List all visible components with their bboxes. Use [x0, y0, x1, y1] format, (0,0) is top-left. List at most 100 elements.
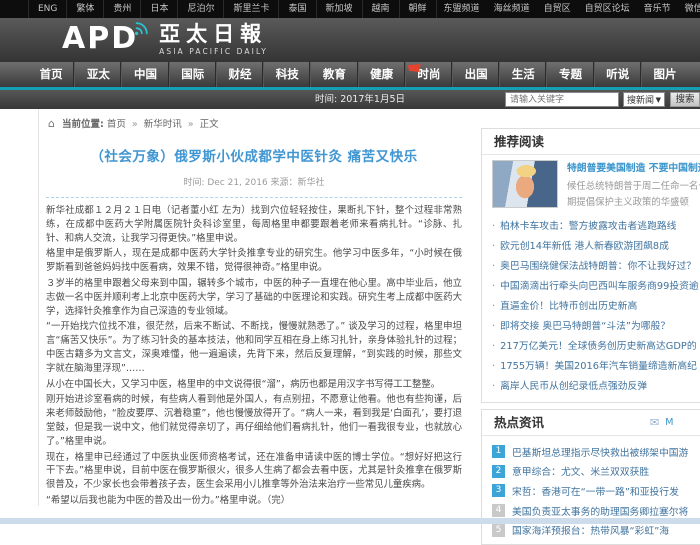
logo-acronym: APD	[62, 21, 138, 57]
nav-item-life[interactable]: 生活	[499, 62, 546, 87]
bullet-icon: ·	[492, 301, 495, 312]
article-paragraph: 刚开始进诊室看病的时候，有些病人看到他是外国人，有点别扭，不愿意让他看。他也有些…	[46, 393, 462, 448]
logo-english-name: ASIA PACIFIC DAILY	[159, 47, 268, 56]
bullet-icon: ·	[492, 221, 495, 232]
featured-thumbnail[interactable]	[492, 160, 558, 208]
breadcrumb-separator: »	[132, 119, 138, 130]
rank-badge: 3	[492, 484, 505, 497]
list-item-label: 即将交接 奥巴马特朗普“斗法”为哪般？	[500, 321, 670, 332]
nav-item-china[interactable]: 中国	[121, 62, 168, 87]
hot-news-more-label: M	[665, 410, 673, 435]
list-item[interactable]: ·欧元创14年新低 港人新春欧游团飙8成	[492, 237, 700, 257]
nav-item-fashion-label: 时尚	[417, 67, 440, 81]
topbar-link-ftz[interactable]: 自贸区	[537, 0, 578, 18]
bullet-icon: ·	[492, 281, 495, 292]
list-item[interactable]: 3宋哲：香港可在“一带一路”和亚投行发	[492, 481, 700, 501]
topbar-link-music-festival[interactable]: 音乐节	[637, 0, 678, 18]
topbar-link-wechat[interactable]: 微信	[678, 0, 700, 18]
list-item-label: 217万亿美元！全球债务创历史新高达GDP的	[500, 341, 697, 352]
region-links: ENG 繁体 贵州 日本 尼泊尔 斯里兰卡 泰国 新加坡 越南 朝鲜	[28, 0, 437, 18]
topbar-link-ftz-forum[interactable]: 自贸区论坛	[578, 0, 637, 18]
list-item[interactable]: ·奥巴马围绕健保法战特朗普：你不让我好过？	[492, 257, 700, 277]
bullet-icon: ·	[492, 361, 495, 372]
list-item-label: 柏林卡车攻击：警方披露攻击者逃跑路线	[500, 221, 676, 232]
search-input[interactable]	[505, 92, 619, 107]
nav-item-education[interactable]: 教育	[310, 62, 357, 87]
topbar-link-japan[interactable]: 日本	[140, 0, 177, 18]
list-item-label: 奥巴马围绕健保法战特朗普：你不让我好过？	[500, 261, 696, 272]
list-item-label: 1755万辆！美国2016年汽车销量缔造新高纪	[500, 361, 697, 372]
rank-badge: 5	[492, 524, 505, 537]
breadcrumb-section-link[interactable]: 新华时讯	[144, 119, 182, 130]
nav-item-asia-pacific[interactable]: 亚太	[74, 62, 121, 87]
breadcrumb-home-link[interactable]: 首页	[107, 119, 126, 130]
search-category-value: 搜新闻	[627, 93, 654, 106]
topbar-link-thailand[interactable]: 泰国	[278, 0, 315, 18]
featured-summary: 候任总统特朗普于周二任命一名长期提倡保护主义政策的华盛顿	[567, 179, 700, 210]
nav-item-international[interactable]: 国际	[169, 62, 216, 87]
nav-item-special[interactable]: 专题	[546, 62, 593, 87]
list-item[interactable]: · 即将交接 奥巴马特朗普“斗法”为哪般？	[492, 317, 700, 337]
list-item[interactable]: ·中国滴滴出行牵头向巴西叫车服务商99投资逾	[492, 277, 700, 297]
home-icon: ⌂	[48, 117, 55, 130]
topbar-link-eng[interactable]: ENG	[28, 0, 66, 18]
list-item[interactable]: · 离岸人民币从创纪录低点强劲反弹	[492, 377, 700, 397]
hot-badge-icon	[408, 64, 421, 72]
list-item[interactable]: · 柏林卡车攻击：警方披露攻击者逃跑路线	[492, 217, 700, 237]
nav-item-health[interactable]: 健康	[358, 62, 405, 87]
topbar-link-srilanka[interactable]: 斯里兰卡	[223, 0, 278, 18]
list-item-label: 巴基斯坦总理指示尽快救出被绑架中国游	[512, 445, 688, 459]
nav-item-tech[interactable]: 科技	[263, 62, 310, 87]
topbar-link-maritime-channel[interactable]: 海丝频道	[487, 0, 537, 18]
rank-badge: 4	[492, 504, 505, 517]
article: （社会万象）俄罗斯小伙成都学中医针灸 痛苦又快乐 时间: Dec 21, 201…	[46, 135, 462, 510]
topbar-link-nepal[interactable]: 尼泊尔	[177, 0, 223, 18]
rank-badge: 2	[492, 465, 505, 478]
list-item[interactable]: 2 意甲综合：尤文、米兰双双获胜	[492, 462, 700, 482]
topbar-link-traditional[interactable]: 繁体	[66, 0, 103, 18]
logo-text: 亞太日報 ASIA PACIFIC DAILY	[159, 21, 268, 56]
list-item-label: 离岸人民币从创纪录低点强劲反弹	[500, 381, 647, 392]
topbar-link-guizhou[interactable]: 贵州	[103, 0, 140, 18]
site-logo[interactable]: APD 亞太日報 ASIA PACIFIC DAILY	[62, 21, 268, 57]
channel-links: 东盟频道 海丝频道 自贸区 自贸区论坛 音乐节 微信 APP	[437, 0, 700, 18]
nav-item-home[interactable]: 首页	[28, 62, 74, 87]
mail-icon: ✉	[650, 410, 659, 435]
list-item[interactable]: 1巴基斯坦总理指示尽快救出被绑架中国游	[492, 442, 700, 462]
list-item[interactable]: · 直逼金价！比特币创出历史新高	[492, 297, 700, 317]
hot-news-more[interactable]: ✉ M	[650, 410, 673, 435]
left-border-line	[38, 109, 39, 506]
topbar-link-korea[interactable]: 朝鲜	[399, 0, 437, 18]
list-item-label: 意甲综合：尤文、米兰双双获胜	[512, 464, 649, 478]
featured-headline[interactable]: 特朗普要美国制造 不要中国制造	[567, 162, 700, 176]
current-date: 时间: 2017年1月5日	[315, 90, 405, 109]
featured-story[interactable]: 特朗普要美国制造 不要中国制造 候任总统特朗普于周二任命一名长期提倡保护主义政策…	[482, 155, 700, 214]
sub-header-bar: 时间: 2017年1月5日 搜新闻 ▼ 搜索	[0, 90, 700, 109]
topbar-link-vietnam[interactable]: 越南	[362, 0, 399, 18]
list-item-label: 直逼金价！比特币创出历史新高	[500, 301, 637, 312]
topbar-link-singapore[interactable]: 新加坡	[316, 0, 362, 18]
bullet-icon: ·	[492, 241, 495, 252]
bottom-strip	[0, 518, 700, 524]
list-item[interactable]: ·217万亿美元！全球债务创历史新高达GDP的	[492, 337, 700, 357]
list-item[interactable]: · 1755万辆！美国2016年汽车销量缔造新高纪	[492, 357, 700, 377]
bullet-icon: ·	[492, 381, 495, 392]
chevron-down-icon: ▼	[656, 96, 661, 104]
article-paragraph: 现在，格里申已经通过了中医执业医师资格考试，还在准备申请读中医的博士学位。“想好…	[46, 451, 462, 492]
top-utility-bar: ENG 繁体 贵州 日本 尼泊尔 斯里兰卡 泰国 新加坡 越南 朝鲜 东盟频道 …	[0, 0, 700, 18]
search-category-select[interactable]: 搜新闻 ▼	[623, 92, 665, 107]
search-button[interactable]: 搜索	[670, 92, 700, 107]
nav-item-finance[interactable]: 财经	[216, 62, 263, 87]
article-meta: 时间: Dec 21, 2016 来源：新华社	[46, 175, 462, 198]
nav-item-pictures[interactable]: 图片	[641, 62, 688, 87]
nav-item-abroad[interactable]: 出国	[452, 62, 499, 87]
hot-news-list: 1巴基斯坦总理指示尽快救出被绑架中国游 2 意甲综合：尤文、米兰双双获胜 3宋哲：…	[482, 436, 700, 544]
bullet-icon: ·	[492, 321, 495, 332]
breadcrumb-prefix: 当前位置:	[62, 119, 104, 130]
nav-item-fashion[interactable]: 时尚	[405, 62, 452, 87]
recommended-list: · 柏林卡车攻击：警方披露攻击者逃跑路线 ·欧元创14年新低 港人新春欧游团飙8成…	[482, 214, 700, 402]
topbar-link-asean-channel[interactable]: 东盟频道	[437, 0, 487, 18]
article-paragraph: 从小在中国长大，又学习中医，格里申的中文说得很“溜”，病历也都是用汉字书写得工工…	[46, 378, 462, 392]
masthead: APD 亞太日報 ASIA PACIFIC DAILY	[0, 18, 700, 62]
nav-item-listen[interactable]: 听说	[594, 62, 641, 87]
